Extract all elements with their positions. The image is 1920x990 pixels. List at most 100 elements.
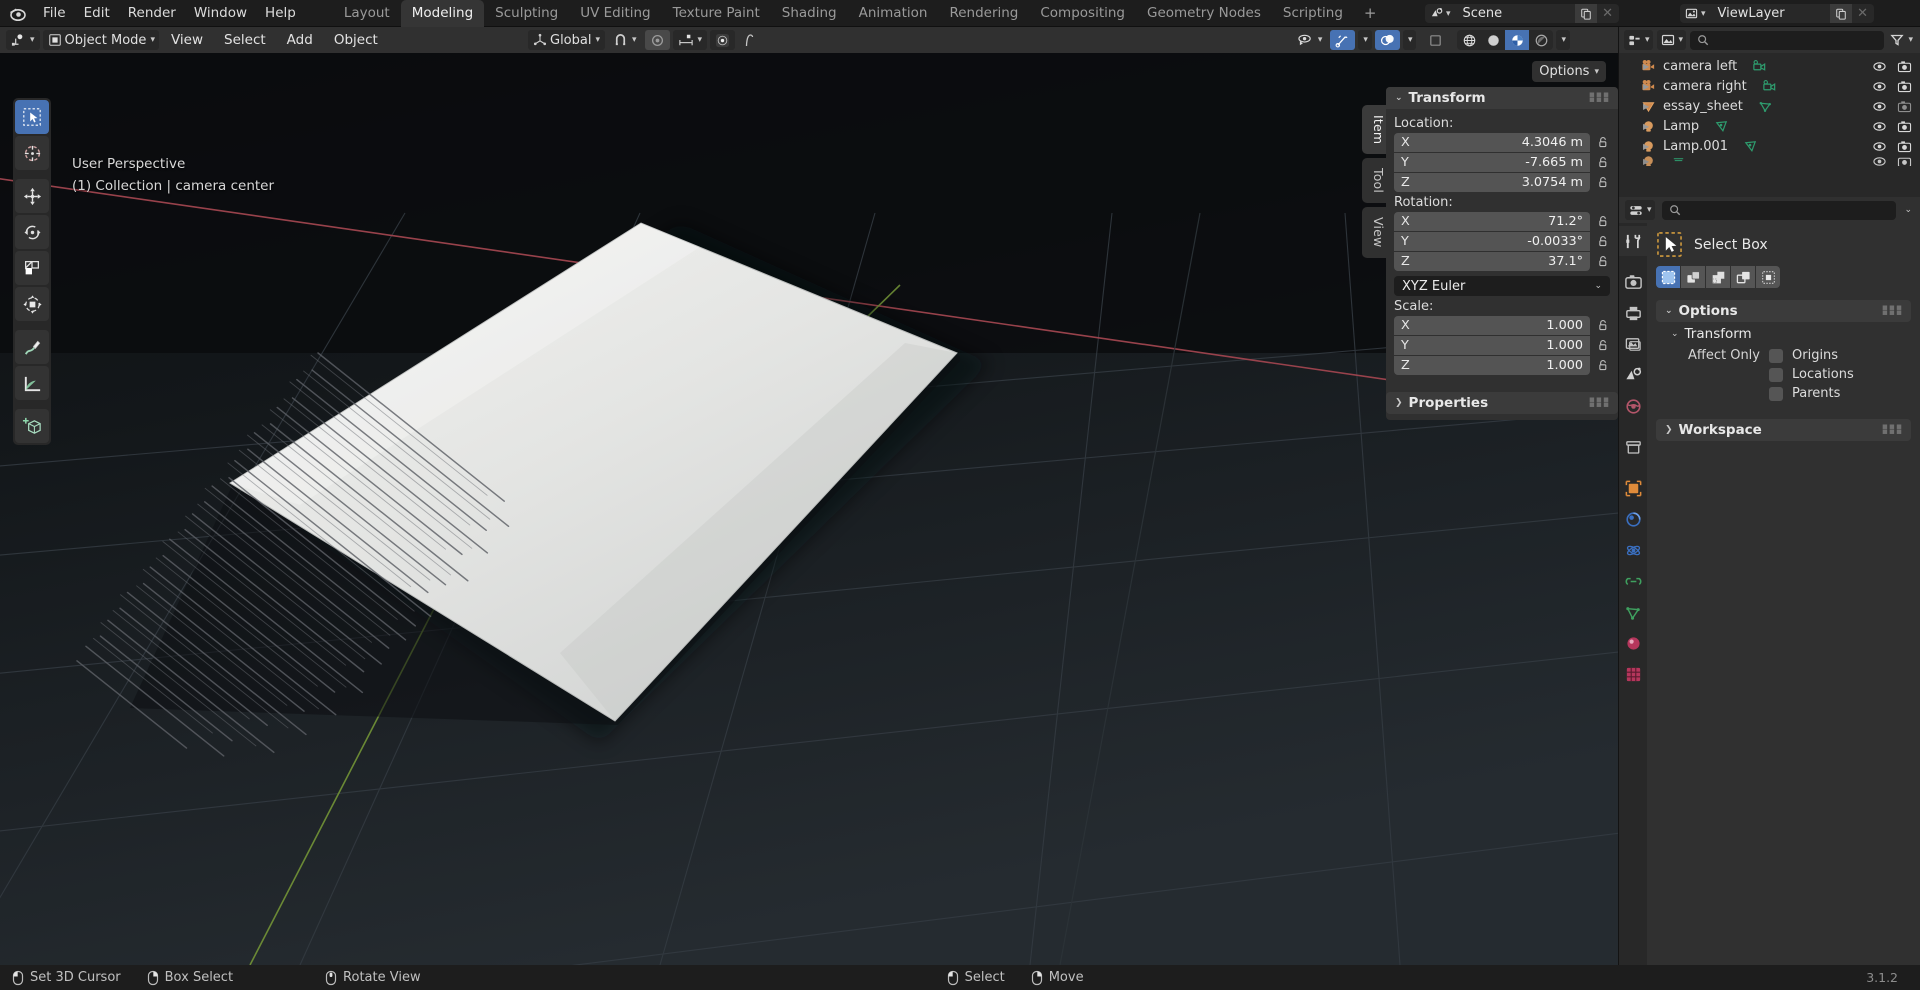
shading-rendered-button[interactable] [1529,30,1554,50]
snapping-toggle[interactable]: ▾ [608,30,642,50]
tab-texture-paint[interactable]: Texture Paint [662,0,771,27]
parents-checkbox[interactable] [1769,386,1783,401]
rotation-z-field[interactable]: Z 37.1° [1394,252,1590,271]
light-data-icon[interactable] [1671,156,1686,166]
lock-rotation-x-icon[interactable] [1596,215,1610,228]
shading-dropdown[interactable]: ▾ [1556,30,1570,50]
menu-window[interactable]: Window [185,2,256,25]
expand-triangle-icon[interactable]: ▶ [1643,142,1649,151]
light-data-icon[interactable] [1743,139,1758,154]
lock-location-z-icon[interactable] [1596,176,1610,189]
properties-tab-constraints[interactable] [1619,566,1647,596]
location-x-field[interactable]: X 4.3046 m [1394,133,1590,152]
location-y-field[interactable]: Y -7.665 m [1394,153,1590,172]
properties-editor-type-button[interactable]: ▾ [1625,200,1655,220]
tool-measure[interactable] [15,366,49,400]
outliner-render-toggle[interactable] [1897,156,1912,166]
scale-y-field[interactable]: Y 1.000 [1394,336,1590,355]
tab-geometry-nodes[interactable]: Geometry Nodes [1136,0,1272,27]
unlink-scene-button[interactable]: ✕ [1596,4,1619,23]
tool-move[interactable] [15,179,49,213]
gizmo-toggle[interactable] [1330,30,1356,50]
outliner-item-partial[interactable]: ▶ [1619,156,1920,166]
lock-rotation-y-icon[interactable] [1596,235,1610,248]
3d-viewport[interactable]: User Perspective (1) Collection | camera… [0,53,1618,965]
properties-tab-physics[interactable] [1619,535,1647,565]
camera-data-icon[interactable] [1762,79,1777,94]
options-panel-header[interactable]: ⌄ Options ▪▪▪ ▪▪▪ [1656,300,1911,322]
outliner-item-essay-sheet[interactable]: ▶ essay_sheet [1619,96,1920,116]
overlays-toggle[interactable] [1374,30,1400,50]
expand-triangle-icon[interactable]: ▶ [1643,82,1649,91]
overlays-dropdown[interactable]: ▾ [1402,30,1417,50]
properties-tab-render[interactable] [1619,267,1647,297]
expand-triangle-icon[interactable]: ▶ [1643,62,1649,71]
transform-orientation-dropdown[interactable]: Global ▾ [528,30,606,50]
lock-location-x-icon[interactable] [1596,136,1610,149]
expand-triangle-icon[interactable]: ▶ [1643,157,1649,166]
outliner-hide-toggle[interactable] [1872,156,1887,166]
properties-tab-output[interactable] [1619,298,1647,328]
menu-file[interactable]: File [34,2,75,25]
location-z-field[interactable]: Z 3.0754 m [1394,173,1590,192]
tab-layout[interactable]: Layout [333,0,401,27]
properties-tab-object[interactable] [1619,473,1647,503]
properties-tab-world[interactable] [1619,391,1647,421]
tool-transform[interactable] [15,287,49,321]
tab-shading[interactable]: Shading [771,0,848,27]
tab-modeling[interactable]: Modeling [400,0,485,27]
tab-compositing[interactable]: Compositing [1029,0,1136,27]
view-layer-name[interactable]: ViewLayer [1709,4,1830,23]
scene-icon[interactable]: ▾ [1425,4,1455,23]
properties-panel-header[interactable]: ❯ Properties ▪▪▪ ▪▪▪ [1386,392,1618,414]
camera-data-icon[interactable] [1752,59,1767,74]
properties-tab-data[interactable] [1619,597,1647,627]
rotation-y-field[interactable]: Y -0.0033° [1394,232,1590,251]
outliner-editor-type-button[interactable]: ▾ [1624,30,1653,50]
outliner-hide-toggle[interactable] [1872,80,1887,93]
proportional-curve-icon[interactable] [738,30,761,50]
n-panel-tab-item[interactable]: Item [1362,105,1386,155]
n-panel-tab-tool[interactable]: Tool [1362,158,1386,204]
properties-tab-tool[interactable] [1619,226,1647,256]
tool-add-cube[interactable] [15,409,49,443]
n-panel-tab-view[interactable]: View [1362,207,1386,258]
scale-x-field[interactable]: X 1.000 [1394,316,1590,335]
shading-solid-button[interactable] [1481,30,1506,50]
shading-material-button[interactable] [1505,30,1530,50]
origins-checkbox[interactable] [1769,348,1783,363]
tab-sculpting[interactable]: Sculpting [484,0,569,27]
tool-scale[interactable] [15,251,49,285]
viewport-menu-add[interactable]: Add [278,30,322,50]
properties-options-button[interactable]: ⌄ [1901,200,1914,220]
menu-edit[interactable]: Edit [75,2,119,25]
properties-tab-texture[interactable] [1619,659,1647,689]
lock-scale-z-icon[interactable] [1596,359,1610,372]
expand-triangle-icon[interactable]: ▶ [1643,122,1649,131]
tab-animation[interactable]: Animation [848,0,939,27]
transform-subpanel-header[interactable]: ⌄ Transform [1656,322,1911,346]
properties-tab-scene[interactable] [1619,360,1647,390]
lock-scale-y-icon[interactable] [1596,339,1610,352]
transform-panel-header[interactable]: ⌄ Transform ▪▪▪ ▪▪▪ [1386,87,1618,109]
proportional-edit-toggle[interactable] [644,30,670,50]
visibility-dropdown[interactable]: ▾ [1292,30,1328,50]
object-mode-dropdown[interactable]: Object Mode ▾ [42,30,159,50]
properties-search-input[interactable] [1661,200,1897,220]
outliner-hide-toggle[interactable] [1872,140,1887,153]
outliner-render-toggle[interactable] [1897,100,1912,113]
expand-triangle-icon[interactable]: ▶ [1643,102,1649,111]
outliner-item-lamp[interactable]: ▶ Lamp [1619,116,1920,136]
viewport-menu-view[interactable]: View [162,30,212,50]
select-mode-subtract[interactable] [1706,266,1730,288]
gizmo-dropdown[interactable]: ▾ [1358,30,1372,50]
outliner-item-camera-right[interactable]: ▶ camera right [1619,76,1920,96]
lock-rotation-z-icon[interactable] [1596,255,1610,268]
tab-rendering[interactable]: Rendering [938,0,1029,27]
tab-uv-editing[interactable]: UV Editing [569,0,661,27]
outliner-hide-toggle[interactable] [1872,120,1887,133]
mesh-data-icon[interactable] [1758,99,1773,114]
properties-tab-collection[interactable] [1619,432,1647,462]
new-scene-button[interactable] [1574,4,1597,23]
select-mode-set[interactable] [1656,266,1680,288]
